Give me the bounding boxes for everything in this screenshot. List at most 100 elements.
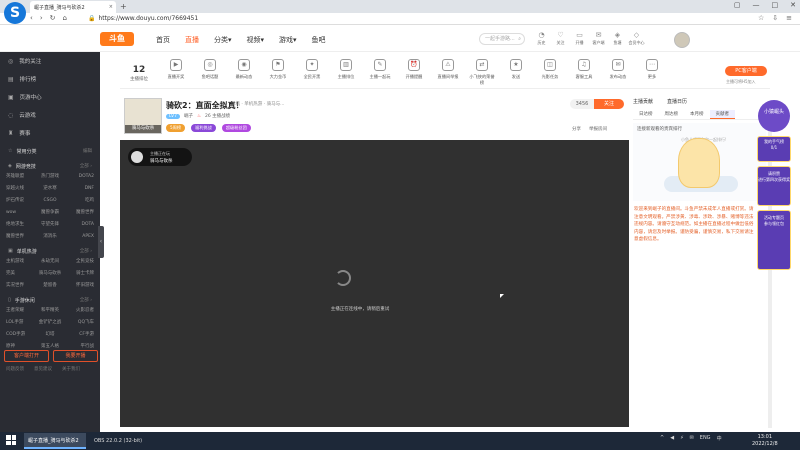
subtab-weekly[interactable]: 周达榜 [659,110,685,119]
sidebar-game-link[interactable]: APEX [65,232,94,242]
vip-button[interactable]: ◇ 会员中心 [627,31,646,46]
edit-link[interactable]: 编辑 [83,148,92,157]
window-restore-icon[interactable]: ▢ [734,1,741,9]
nav-fishbar[interactable]: 鱼吧 [312,35,326,45]
subtab-monthly[interactable]: 本月榜 [684,110,710,119]
ime-indicator[interactable]: 中 [717,435,722,442]
toolbar-item[interactable]: ◫ 光影任务 [536,59,564,80]
tab-close-icon[interactable]: × [109,4,113,10]
sidebar-game-link[interactable]: 幻塔 [35,330,64,340]
sidebar-game-link[interactable]: COD手游 [6,330,35,340]
suggest-link[interactable]: 意见建议 [34,366,52,372]
subtab-contributors[interactable]: 贡献者 [709,110,735,119]
new-tab-button[interactable]: + [120,2,127,11]
sidebar-game-link[interactable]: 消消乐 [35,232,64,242]
float-card-3[interactable]: 活动专题页 参与领红包 [757,210,791,270]
more-link[interactable]: 全部 › [80,248,92,257]
history-button[interactable]: ◔ 历史 [532,31,551,46]
sidebar-item-cloudgame[interactable]: ◌ 云游戏 [0,106,100,124]
sidebar-item-follow[interactable]: ◎ 我的关注 [0,52,100,70]
follow-button[interactable]: 关注 [594,99,624,109]
sidebar-item-events[interactable]: ♜ 赛事 [0,124,100,142]
sidebar-game-link[interactable]: DOTA [65,220,95,230]
toolbar-item[interactable]: ◎ 鱼吧话题 [196,59,224,80]
toolbar-item[interactable]: ⇄ 小飞侠的荣誉榜 [468,59,496,86]
sidebar-game-link[interactable]: 主机游戏 [6,257,35,267]
toolbar-item[interactable]: ⏰ 开播提醒 [400,59,428,80]
pc-client-button[interactable]: PC客户端 [725,66,767,76]
toolbar-item[interactable]: ★ 发送 [502,59,530,80]
client-button[interactable]: ✉ 客户端 [589,31,608,46]
download-icon[interactable]: ⇩ [772,14,778,22]
tab-contribution[interactable]: 主播贡献 [633,98,653,105]
sidebar-game-link[interactable]: 楚留香 [35,281,64,291]
menu-icon[interactable]: ≡ [786,14,792,22]
sidebar-game-link[interactable]: 逆水寒 [35,184,64,194]
back-icon[interactable]: ‹ [30,14,33,22]
video-player[interactable] [120,140,629,427]
sidebar-game-link[interactable]: 和平精英 [35,306,64,316]
volume-icon[interactable]: ◀ [670,435,674,442]
toolbar-item[interactable]: ♫ 客服工具 [570,59,598,80]
sidebar-game-link[interactable]: 绝地求生 [6,220,35,230]
float-card-2[interactable]: 请积赞 进行第四次获得奖 [757,166,791,206]
language-indicator[interactable]: ENG [700,435,711,442]
nav-category[interactable]: 分类▾ [214,35,232,45]
sidebar-game-link[interactable]: CF手游 [65,330,94,340]
feedback-link[interactable]: 问题反馈 [6,366,24,372]
subtab-daily[interactable]: 日达榜 [633,110,659,119]
sidebar-game-link[interactable]: 王者荣耀 [6,306,35,316]
sidebar-game-link[interactable]: 永劫无间 [35,257,64,267]
sidebar-game-link[interactable]: DNF [65,184,94,194]
toolbar-item[interactable]: ▥ 主播排位 [332,59,360,80]
sidebar-game-link[interactable]: CSGO [35,196,64,206]
more-link[interactable]: 全部 › [80,163,92,172]
room-thumbnail[interactable]: 骑马与砍杀 [124,98,162,134]
sidebar-game-link[interactable]: 骑士卡牌 [65,269,94,279]
toolbar-item[interactable]: ⚑ 大力金币 [264,59,292,80]
report-button[interactable]: 举报房间 [589,126,607,132]
taskbar-item-browser[interactable]: 崛子直播_骑马与砍杀2 [24,433,86,449]
sidebar-game-link[interactable]: wow [6,208,35,218]
sidebar-game-link[interactable]: 骑马与砍杀 [35,269,64,279]
toolbar-item[interactable]: ⋯ 更多 [638,59,666,80]
more-link[interactable]: 全部 › [80,297,92,306]
sidebar-game-link[interactable]: 吃鸡 [65,196,94,206]
bookmark-icon[interactable]: ☆ [758,14,764,22]
toolbar-item[interactable]: ▶ 直播开奖 [162,59,190,80]
home-icon[interactable]: ⌂ [63,14,67,22]
badge-welfare[interactable]: 福利挑战 [191,124,216,132]
clock[interactable]: 13:01 2022/12/8 [752,434,778,448]
share-button[interactable]: 分享 [572,126,581,132]
about-link[interactable]: 关于我们 [62,366,80,372]
url-field[interactable]: 🔒 https://www.douyu.com/7669451 [88,15,198,22]
sidebar-game-link[interactable]: 怀旧游戏 [65,281,94,291]
sidebar-game-link[interactable]: 火影忍者 [65,306,94,316]
sidebar-collapse-handle[interactable]: ‹ [98,226,104,258]
sidebar-game-link[interactable]: 完美 [6,269,35,279]
float-top-badge[interactable]: 小猿崛头 [758,100,790,132]
toolbar-item[interactable]: ✎ 主播一起玩 [366,59,394,80]
sidebar-game-link[interactable]: 金铲铲之战 [35,318,64,328]
sidebar-game-link[interactable]: 英雄联盟 [6,172,35,182]
toolbar-item[interactable]: ◉ 最新动态 [230,59,258,80]
sidebar-game-link[interactable]: DOTA2 [65,172,94,182]
window-close-icon[interactable]: ✕ [790,1,796,9]
pond-button[interactable]: ◈ 鱼塘 [608,31,627,46]
sidebar-game-link[interactable]: 魔兽争霸 [35,208,64,218]
sidebar-game-link[interactable]: 炉石传说 [6,196,35,206]
follow-list-button[interactable]: ♡ 关注 [551,31,570,46]
browser-logo-icon[interactable]: S [4,2,26,24]
nav-game[interactable]: 游戏▾ [279,35,297,45]
site-logo[interactable]: 斗鱼 [100,32,134,46]
sidebar-game-link[interactable]: 魔兽世界 [65,208,94,218]
sidebar-game-link[interactable]: 魔兽世界 [6,232,35,242]
sidebar-game-link[interactable]: 全民竞技 [65,257,94,267]
client-open-button[interactable]: 客户端打开 [4,350,49,362]
message-icon[interactable]: ✉ [690,435,694,442]
window-maximize-icon[interactable]: □ [772,1,779,9]
toolbar-item[interactable]: ✉ 发布动态 [604,59,632,80]
float-card-1[interactable]: 我的手气榜 0/1 [757,136,791,162]
taskbar-item-obs[interactable]: OBS 22.0.2 (32-bit) [90,433,152,449]
start-icon[interactable] [6,435,16,445]
